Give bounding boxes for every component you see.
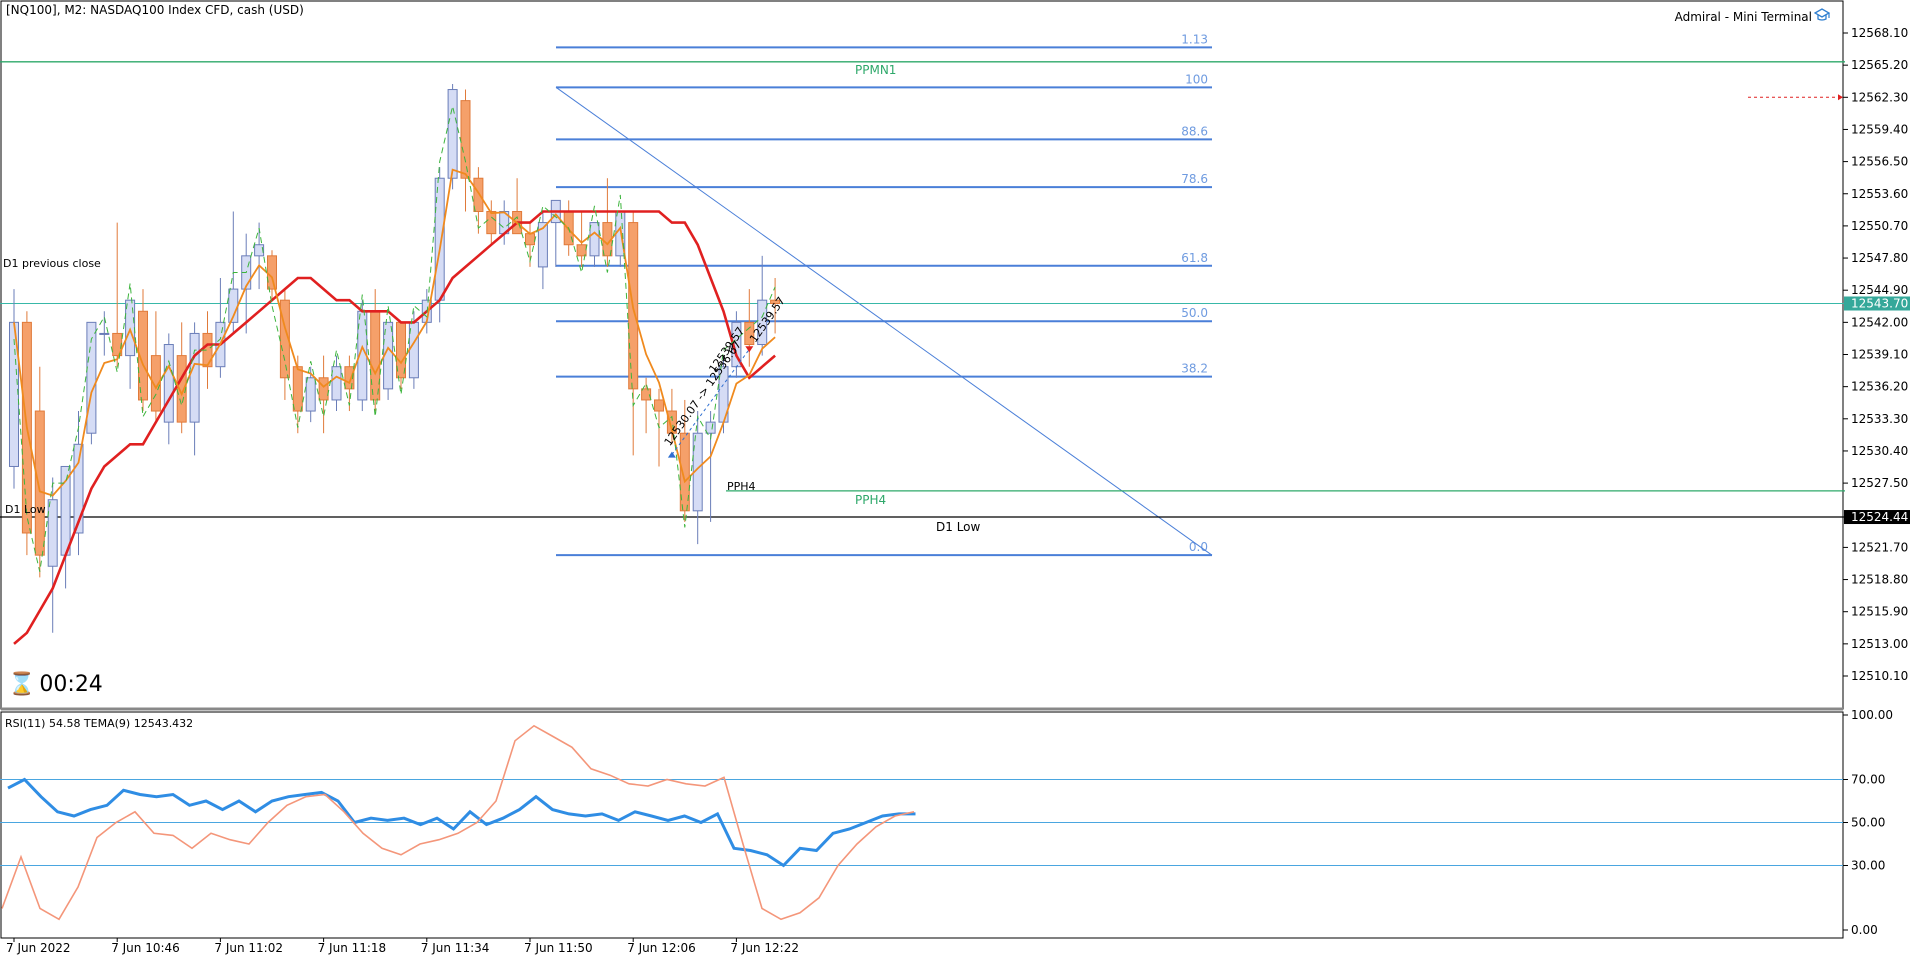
chart-canvas[interactable]: 1.13 100 88.6 78.6 61.8 50.0 38.2 0.0 PPMN1 PPH4… (0, 0, 1910, 955)
price-tick-label: 12565.20 (1851, 58, 1908, 72)
bull-candle (331, 366, 342, 401)
bull-candle (305, 377, 316, 412)
bear-candle (318, 377, 329, 401)
price-tick-label: 12562.30 (1851, 90, 1908, 104)
bull-candle (589, 222, 600, 257)
price-tick-label: 12550.70 (1851, 219, 1908, 233)
current-price-label: 12543.70 (1851, 297, 1908, 311)
price-tick-label: 12530.40 (1851, 444, 1908, 458)
price-tick-label: 12539.10 (1851, 348, 1908, 362)
time-tick-label: 7 Jun 12:06 (627, 941, 696, 955)
bull-candle (47, 499, 58, 567)
bear-candle (370, 310, 381, 401)
bull-candle (99, 332, 110, 335)
bear-candle (460, 100, 471, 179)
time-tick-label: 7 Jun 12:22 (730, 941, 799, 955)
timer-value: 00:24 (39, 672, 103, 697)
price-tick-label: 12553.60 (1851, 187, 1908, 201)
price-tick-label: 12536.20 (1851, 380, 1908, 394)
time-tick-label: 7 Jun 10:46 (111, 941, 180, 955)
trading-chart[interactable]: 1.13 100 88.6 78.6 61.8 50.0 38.2 0.0 PPMN1 PPH4… (0, 0, 1910, 955)
d1-low-left-label: D1 Low (5, 503, 46, 516)
bear-candle (576, 244, 587, 257)
price-tick-label: 12556.50 (1851, 155, 1908, 169)
pph4-label: PPH4 (855, 493, 886, 507)
time-tick-label: 7 Jun 11:34 (421, 941, 490, 955)
fib-level-label: 38.2 (1181, 362, 1208, 376)
rsi-tick-label: 70.00 (1851, 773, 1885, 787)
bull-candle (447, 89, 458, 179)
rsi-tick-label: 50.00 (1851, 816, 1885, 830)
bull-candle (705, 421, 716, 434)
price-tick-label: 12542.00 (1851, 315, 1908, 329)
bear-candle (525, 233, 535, 246)
price-tick-label: 12527.50 (1851, 476, 1908, 490)
d1-low-right-label: D1 Low (936, 520, 981, 534)
fib-level-label: 100 (1185, 72, 1208, 86)
bear-candle (267, 255, 277, 290)
price-tick-label: 12559.40 (1851, 122, 1908, 136)
time-tick-label: 7 Jun 11:02 (214, 941, 283, 955)
d1-previous-close-label: D1 previous close (3, 257, 101, 270)
price-panel-frame (0, 0, 1844, 710)
bear-candle (34, 410, 45, 556)
price-tick-label: 12513.00 (1851, 637, 1908, 651)
fib-level-label: 61.8 (1181, 251, 1208, 265)
time-axis[interactable]: 7 Jun 2022 7 Jun 10:46 7 Jun 11:02 7 Jun 11… (6, 938, 799, 955)
price-tick-label: 12510.10 (1851, 669, 1908, 683)
price-tick-label: 12533.30 (1851, 412, 1908, 426)
fib-level-label: 50.0 (1181, 306, 1208, 320)
fib-level-label: 1.13 (1181, 32, 1208, 46)
price-tick-label: 12544.90 (1851, 283, 1908, 297)
bear-candle (486, 210, 497, 235)
bull-candle (254, 244, 265, 257)
bear-candle (292, 366, 303, 412)
rsi-tick-label: 100.00 (1851, 708, 1893, 722)
rsi-title: RSI(11) 54.58 TEMA(9) 12543.432 (5, 717, 194, 730)
bull-candle (163, 344, 174, 423)
fib-level-label: 78.6 (1181, 172, 1208, 186)
chart-symbol-title: [NQ100], M2: NASDAQ100 Index CFD, cash (… (6, 3, 304, 17)
bull-candle (189, 332, 200, 423)
price-tick-label: 12521.70 (1851, 540, 1908, 554)
graduation-cap-icon[interactable] (1814, 7, 1830, 23)
time-tick-label: 7 Jun 11:50 (524, 941, 593, 955)
bear-candle (473, 177, 484, 212)
rsi-axis[interactable]: 100.00 70.00 50.00 30.00 0.00 (1843, 708, 1893, 937)
pph4-left-label: PPH4 (727, 480, 756, 493)
price-tick-label: 12568.10 (1851, 26, 1908, 40)
bear-candle (654, 399, 664, 412)
hourglass-icon: ⌛ (8, 672, 36, 697)
rsi-tick-label: 30.00 (1851, 859, 1885, 873)
bar-countdown-timer: ⌛ 00:24 (8, 672, 103, 697)
price-axis[interactable]: 12568.10 12565.20 12562.30 12559.40 12556.50… (1843, 26, 1910, 683)
rsi-panel-frame (0, 711, 1844, 939)
price-tick-label: 12518.80 (1851, 573, 1908, 587)
terminal-label[interactable]: Admiral - Mini Terminal (1675, 10, 1812, 24)
rsi-tick-label: 0.00 (1851, 923, 1878, 937)
price-tick-label: 12547.80 (1851, 251, 1908, 265)
ppmn1-label: PPMN1 (855, 63, 896, 77)
fib-level-label: 0.0 (1189, 540, 1208, 554)
fib-level-label: 88.6 (1181, 124, 1208, 138)
price-tick-label: 12515.90 (1851, 605, 1908, 619)
bull-candle (434, 177, 445, 301)
low-price-label: 12524.44 (1851, 510, 1908, 524)
time-tick-label: 7 Jun 2022 (6, 941, 71, 955)
time-tick-label: 7 Jun 11:18 (318, 941, 387, 955)
